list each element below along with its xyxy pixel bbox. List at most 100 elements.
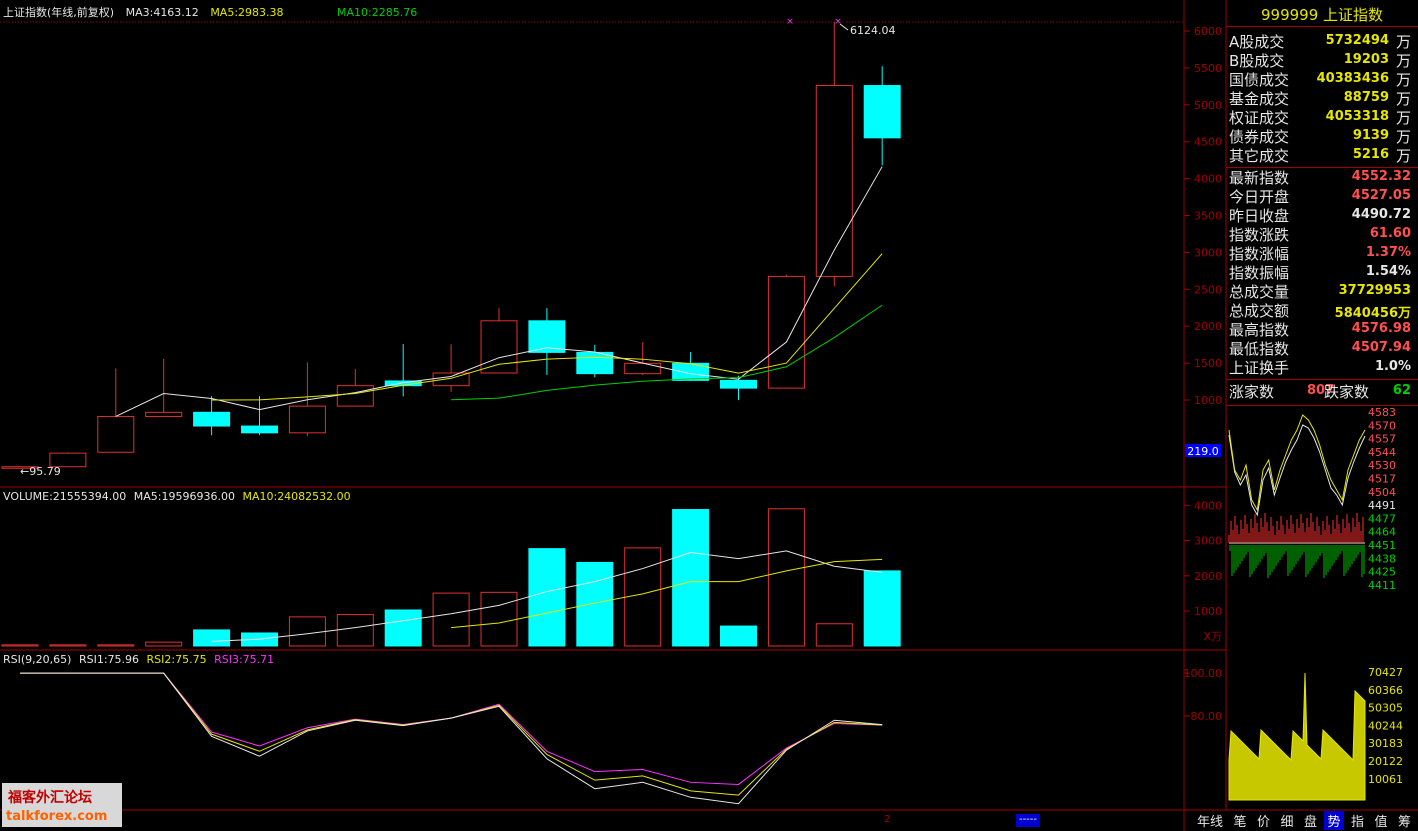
- candle-body: [288, 405, 326, 434]
- mini-volume-tick: 70427: [1368, 666, 1403, 679]
- quote-row: 今日开盘 4527.05: [1229, 186, 1413, 206]
- volume-unit-label: X万: [1203, 630, 1222, 643]
- candle-body: [576, 351, 614, 375]
- mini-index-line: [1228, 424, 1366, 517]
- quote-label: 总成交额: [1229, 302, 1290, 320]
- intraday-mini-panel[interactable]: 4583457045574544453045174504449144774464…: [1185, 406, 1403, 801]
- quote-label: 最低指数: [1229, 340, 1290, 358]
- legend-vol-ma5: MA5:19596936.00: [133, 490, 235, 503]
- y-tick-label: 3000: [1194, 535, 1222, 548]
- y-tick-label: 1000: [1194, 605, 1222, 618]
- quote-label: 指数涨跌: [1229, 226, 1290, 244]
- candle-body: [241, 425, 278, 434]
- legend-ma10: MA10:2285.76: [337, 6, 418, 19]
- scroll-indicator[interactable]: -----: [1016, 814, 1040, 827]
- quote-label: A股成交: [1229, 33, 1285, 51]
- mini-price-tick: 4477: [1368, 512, 1396, 525]
- y-tick-label: 2000: [1194, 570, 1222, 583]
- legend-ma3: MA3:4163.12: [125, 6, 199, 19]
- quote-label: 国债成交: [1229, 71, 1290, 89]
- tab-7[interactable]: 筹: [1395, 811, 1415, 830]
- legend-rsi1: RSI1:75.96: [78, 653, 140, 666]
- quote-label: 上证换手: [1229, 359, 1290, 377]
- mini-volume-tick: 30183: [1368, 737, 1403, 750]
- volume-bar: [336, 614, 374, 647]
- tab-3[interactable]: 盘: [1301, 811, 1321, 830]
- quote-row: 其它成交 5216 万: [1229, 145, 1413, 165]
- mini-price-tick: 4570: [1368, 419, 1396, 432]
- quote-row: 国债成交 40383436 万: [1229, 69, 1413, 89]
- volume-bar: [97, 644, 135, 647]
- volume-legend: VOLUME:21555394.00 MA5:19596936.00 MA10:…: [3, 490, 359, 503]
- quote-value: 4507.94: [1351, 340, 1411, 355]
- mini-price-tick: 4438: [1368, 552, 1396, 565]
- main-legend: 上证指数(年线,前复权) MA3:4163.12 MA5:2983.38 MA1…: [3, 4, 425, 20]
- y-tick-label: 80.00: [1191, 710, 1223, 723]
- divider: [1226, 379, 1418, 380]
- tab-4[interactable]: 势: [1324, 811, 1344, 830]
- mini-price-tick: 4425: [1368, 566, 1396, 579]
- quote-sidebar: 999999 上证指数 A股成交 5732494 万 B股成交 19203 万国债成交 40…: [1226, 0, 1418, 408]
- mini-volume-area: [1228, 672, 1366, 801]
- volume-bar: [49, 644, 87, 647]
- quote-label: 指数涨幅: [1229, 245, 1290, 263]
- quote-label: B股成交: [1229, 52, 1285, 70]
- quote-row: 债券成交 9139 万: [1229, 126, 1413, 146]
- mini-volume-tick: 40244: [1368, 719, 1403, 732]
- signal-marker: ×: [786, 17, 794, 27]
- rsi2-line: [20, 672, 883, 796]
- candle-body: [193, 411, 231, 427]
- mini-volume-tick: 50305: [1368, 702, 1403, 715]
- rsi-panel[interactable]: 80.00 100.00: [20, 667, 1223, 805]
- price-panel[interactable]: 1000 1500 2000 2500 3000 3500 4000 4500 5000 5500…: [1, 17, 1222, 478]
- quote-value: 9139: [1352, 128, 1389, 143]
- candle-body: [624, 362, 662, 375]
- quote-value: 61.60: [1369, 226, 1411, 241]
- quote-label: 基金成交: [1229, 90, 1290, 108]
- y-tick-label: 4000: [1194, 499, 1222, 512]
- watermark-logo: 福客外汇论坛 talkforex.com: [2, 783, 122, 827]
- quote-label: 债券成交: [1229, 128, 1290, 146]
- quote-label: 最新指数: [1229, 169, 1290, 187]
- mini-price-tick: 4504: [1368, 486, 1396, 499]
- tab-0[interactable]: 笔: [1230, 811, 1250, 830]
- y-tick-label: 2000: [1194, 320, 1222, 333]
- volume-panel[interactable]: 1000 2000 3000 4000 X万: [1, 499, 1222, 647]
- divider: [1226, 405, 1418, 406]
- y-tick-label: 3000: [1194, 246, 1222, 259]
- quote-row: 指数涨幅 1.37%: [1229, 243, 1413, 263]
- volume-bar: [384, 609, 422, 647]
- tab-6[interactable]: 值: [1371, 811, 1391, 830]
- volume-bar: [528, 548, 566, 647]
- signal-marker: ×: [834, 17, 842, 27]
- quote-value: 40383436: [1316, 71, 1389, 86]
- tab-2[interactable]: 细: [1277, 811, 1297, 830]
- y-tick-label: 6000: [1194, 25, 1222, 38]
- ma3-line: [115, 166, 883, 417]
- up-label: 涨家数: [1229, 383, 1275, 401]
- rsi3-line: [20, 672, 883, 785]
- high-pointer: [839, 23, 849, 31]
- tab-1[interactable]: 价: [1254, 811, 1274, 830]
- y-tick-label: 3500: [1194, 210, 1222, 223]
- volume-bar: [193, 629, 231, 647]
- mini-price-tick: 4557: [1368, 433, 1396, 446]
- quote-row: 基金成交 88759 万: [1229, 88, 1413, 108]
- mini-price-tick: 4464: [1368, 526, 1396, 539]
- volume-bar: [672, 509, 710, 647]
- legend-rsi: RSI(9,20,65): [3, 653, 72, 666]
- volume-bar: [288, 616, 326, 647]
- quote-label: 其它成交: [1229, 147, 1290, 165]
- volume-bar: [863, 570, 901, 647]
- volume-bar: [720, 625, 757, 647]
- y-tick-label: 4500: [1194, 136, 1222, 149]
- candle-body: [145, 411, 183, 417]
- quote-value: 5732494: [1325, 33, 1389, 48]
- quote-label: 权证成交: [1229, 109, 1290, 127]
- tab-period[interactable]: 年线: [1192, 811, 1228, 830]
- chart-canvas[interactable]: 1000 1500 2000 2500 3000 3500 4000 4500 5000 5500…: [0, 0, 1418, 831]
- quote-label: 今日开盘: [1229, 188, 1290, 206]
- quote-row: 最新指数 4552.32: [1229, 167, 1413, 187]
- tab-5[interactable]: 指: [1348, 811, 1368, 830]
- divider: [1226, 167, 1418, 168]
